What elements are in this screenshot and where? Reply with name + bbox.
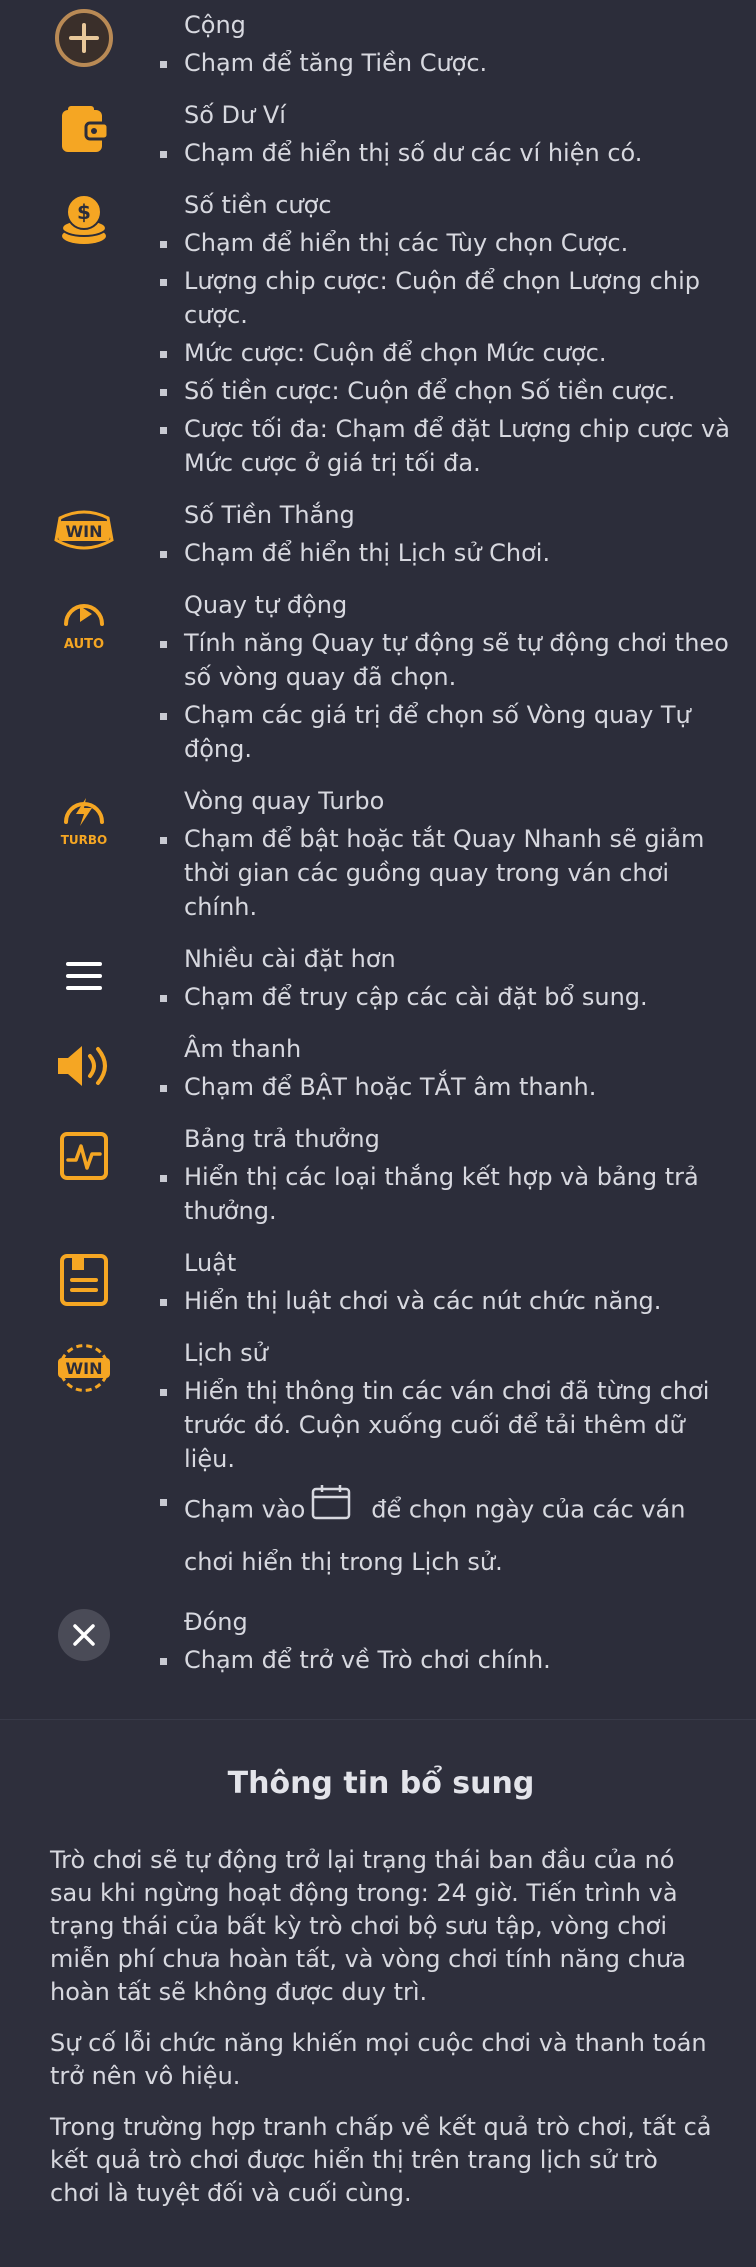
help-item-plus: Cộng Chạm để tăng Tiền Cược.: [0, 8, 756, 80]
help-items-list: Cộng Chạm để tăng Tiền Cược. Số Dư Ví Ch…: [0, 0, 756, 1677]
help-item-title: Bảng trả thưởng: [184, 1125, 380, 1153]
help-item-bullet: Tính năng Quay tự động sẽ tự động chơi t…: [160, 626, 736, 694]
win-badge-text: WIN: [66, 522, 103, 541]
help-item-bet-amount: $ Số tiền cược Chạm để hiển thị các Tùy …: [0, 188, 756, 480]
calendar-icon: [311, 1484, 351, 1537]
help-item-title: Âm thanh: [184, 1035, 302, 1063]
help-item-bullet: Chạm để trở về Trò chơi chính.: [160, 1643, 736, 1677]
rules-icon: [52, 1248, 116, 1312]
menu-icon: [52, 944, 116, 1008]
additional-info-section: Thông tin bổ sung Trò chơi sẽ tự động tr…: [0, 1720, 756, 2210]
autoplay-label: AUTO: [64, 637, 104, 652]
help-item-bullet: Hiển thị thông tin các ván chơi đã từng …: [160, 1374, 736, 1476]
help-item-bullet: Hiển thị luật chơi và các nút chức năng.: [160, 1284, 736, 1318]
help-item-close: Đóng Chạm để trở về Trò chơi chính.: [0, 1605, 756, 1677]
additional-info-heading: Thông tin bổ sung: [227, 1766, 535, 1801]
help-item-bullet: Số tiền cược: Cuộn để chọn Số tiền cược.: [160, 374, 736, 408]
help-item-title: Số tiền cược: [184, 191, 332, 219]
history-icon: WIN: [52, 1336, 116, 1400]
help-item-title: Luật: [184, 1249, 237, 1277]
help-item-more-settings: Nhiều cài đặt hơn Chạm để truy cập các c…: [0, 942, 756, 1014]
help-item-turbo: TURBO Vòng quay Turbo Chạm để bật hoặc t…: [0, 784, 756, 924]
autoplay-icon: AUTO: [52, 588, 116, 656]
speaker-icon: [52, 1034, 116, 1098]
help-item-bullet: Hiển thị các loại thắng kết hợp và bảng …: [160, 1160, 736, 1228]
paytable-icon: [52, 1124, 116, 1188]
help-item-rules: Luật Hiển thị luật chơi và các nút chức …: [0, 1246, 756, 1318]
help-item-bullet: Chạm để truy cập các cài đặt bổ sung.: [160, 980, 736, 1014]
help-item-bullet: Chạm để hiển thị số dư các ví hiện có.: [160, 136, 736, 170]
help-item-title: Quay tự động: [184, 591, 348, 619]
help-item-bullet: Chạm để BẬT hoặc TẮT âm thanh.: [160, 1070, 736, 1104]
help-item-bullet: Chạm để hiển thị Lịch sử Chơi.: [160, 536, 736, 570]
help-item-bullet: Chạm các giá trị để chọn số Vòng quay Tự…: [160, 698, 736, 766]
help-item-bullet: Mức cược: Cuộn để chọn Mức cược.: [160, 336, 736, 370]
turbo-icon: TURBO: [52, 784, 116, 852]
help-item-title: Đóng: [184, 1608, 248, 1636]
help-item-bullet-calendar: Chạm vào để chọn ngày của các ván chơi hi…: [160, 1484, 736, 1587]
help-item-bullet: Chạm để tăng Tiền Cược.: [160, 46, 736, 80]
help-item-title: Số Dư Ví: [184, 101, 286, 129]
help-item-win-amount: WIN Số Tiền Thắng Chạm để hiển thị Lịch …: [0, 498, 756, 570]
help-item-history: WIN Lịch sử Hiển thị thông tin các ván c…: [0, 1336, 756, 1587]
win-badge-icon: WIN: [52, 500, 116, 564]
svg-text:$: $: [77, 200, 91, 224]
help-item-sound: Âm thanh Chạm để BẬT hoặc TẮT âm thanh.: [0, 1032, 756, 1104]
calendar-text-before: Chạm vào: [184, 1495, 306, 1524]
help-item-bullet: Cược tối đa: Chạm để đặt Lượng chip cược…: [160, 412, 736, 480]
help-item-bullet: Lượng chip cược: Cuộn để chọn Lượng chip…: [160, 264, 736, 332]
wallet-icon: [52, 98, 116, 162]
additional-info-paragraph: Trong trường hợp tranh chấp về kết quả t…: [50, 2113, 712, 2207]
history-badge-text: WIN: [66, 1359, 103, 1378]
coins-icon: $: [52, 188, 116, 252]
help-item-title: Cộng: [184, 11, 246, 39]
help-item-bullet: Chạm để hiển thị các Tùy chọn Cược.: [160, 226, 736, 260]
help-item-autoplay: AUTO Quay tự động Tính năng Quay tự động…: [0, 588, 756, 766]
turbo-label: TURBO: [61, 833, 108, 847]
help-item-title: Nhiều cài đặt hơn: [184, 945, 396, 973]
help-item-paytable: Bảng trả thưởng Hiển thị các loại thắng …: [0, 1122, 756, 1228]
close-icon: [52, 1603, 116, 1667]
help-item-wallet: Số Dư Ví Chạm để hiển thị số dư các ví h…: [0, 98, 756, 170]
plus-circle-icon: [52, 6, 116, 70]
help-item-bullet: Chạm để bật hoặc tắt Quay Nhanh sẽ giảm …: [160, 822, 736, 924]
help-item-title: Vòng quay Turbo: [184, 787, 385, 815]
help-item-title: Lịch sử: [184, 1339, 268, 1367]
help-item-title: Số Tiền Thắng: [184, 501, 355, 529]
additional-info-paragraph: Trò chơi sẽ tự động trở lại trạng thái b…: [50, 1846, 686, 2006]
additional-info-paragraph: Sự cố lỗi chức năng khiến mọi cuộc chơi …: [50, 2029, 707, 2090]
